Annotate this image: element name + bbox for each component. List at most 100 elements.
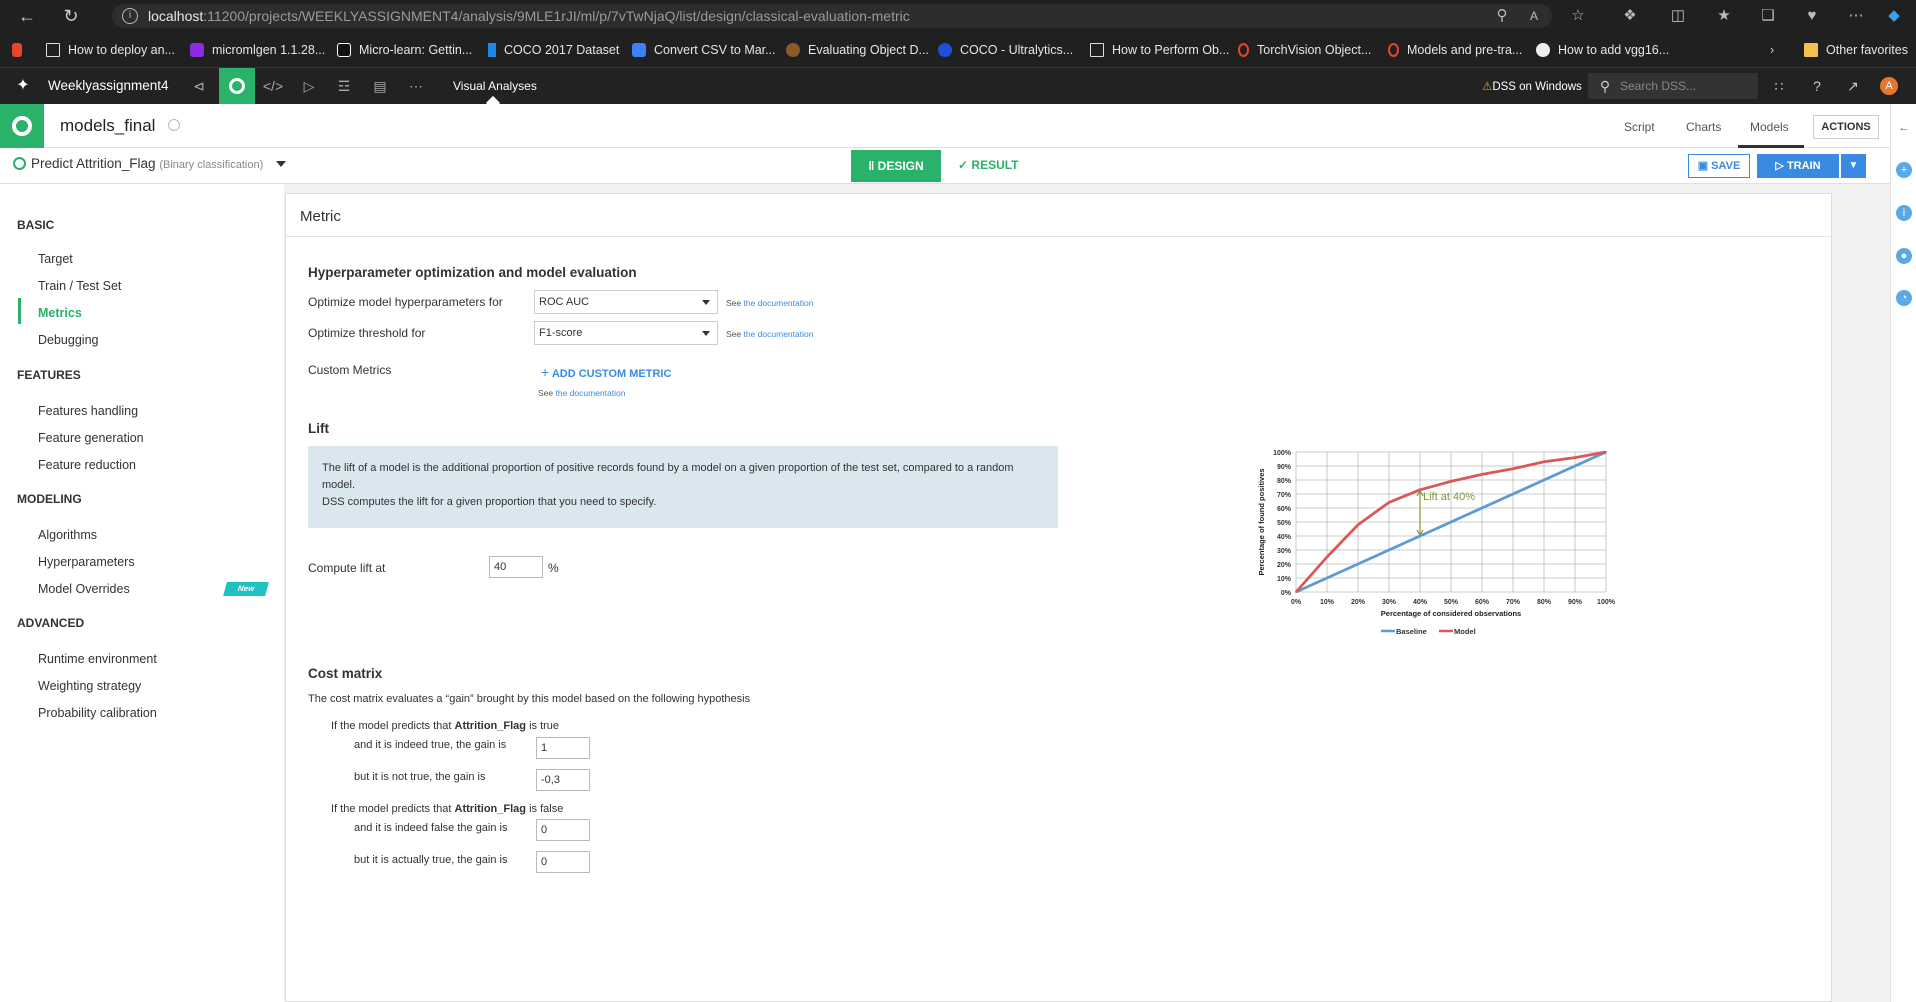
sidebar-item-weighting-strategy[interactable]: Weighting strategy (38, 679, 141, 693)
split-screen-icon[interactable]: ◫ (1668, 6, 1688, 26)
opt-thresh-select[interactable]: F1-score (534, 321, 718, 345)
documentation-link[interactable]: the documentation (556, 388, 626, 398)
save-button[interactable]: ▣ SAVE (1688, 154, 1750, 178)
y-tick-label: 40% (1277, 534, 1292, 541)
share-icon[interactable]: ⊲ (188, 76, 210, 96)
bookmark-item[interactable]: How to add vgg16... (1536, 41, 1669, 61)
bookmark-item[interactable]: micromlgen 1.1.28... (190, 41, 325, 61)
result-tab[interactable]: ✓ RESULT (958, 158, 1019, 172)
documentation-link[interactable]: the documentation (744, 298, 814, 308)
add-icon[interactable]: + (1896, 162, 1912, 178)
play-icon[interactable]: ▷ (298, 76, 320, 96)
dss-on-windows-warning[interactable]: ⚠DSS on Windows (1482, 79, 1582, 93)
sidebar-item-hyperparameters[interactable]: Hyperparameters (38, 555, 135, 569)
search-input[interactable]: ⚲ Search DSS... (1588, 73, 1758, 99)
documentation-link[interactable]: the documentation (744, 329, 814, 339)
add-custom-metric-button[interactable]: + ADD CUSTOM METRIC (541, 364, 671, 380)
project-name[interactable]: Weeklyassignment4 (48, 78, 169, 93)
more-icon[interactable]: ⋯ (405, 76, 427, 96)
database-icon[interactable]: ☲ (333, 76, 355, 96)
info-icon[interactable]: i (1896, 205, 1912, 221)
sidebar-item-algorithms[interactable]: Algorithms (38, 528, 97, 542)
tab-charts[interactable]: Charts (1686, 120, 1721, 134)
performance-icon[interactable]: ♥ (1802, 6, 1822, 26)
flow-button[interactable] (219, 68, 255, 104)
gain-true-true-input[interactable]: 1 (536, 737, 590, 759)
dss-logo-icon[interactable]: ✦ (12, 76, 34, 96)
visual-analyses-tab[interactable]: Visual Analyses (453, 79, 537, 93)
read-aloud-icon[interactable]: A (1524, 6, 1544, 26)
opt-hyper-select[interactable]: ROC AUC (534, 290, 718, 314)
chevron-right-icon[interactable]: › (1770, 41, 1774, 61)
activity-icon[interactable]: ↗ (1842, 76, 1864, 96)
train-button[interactable]: ▷ TRAIN (1757, 154, 1839, 178)
code-icon[interactable]: </> (262, 76, 284, 96)
timeline-icon[interactable]: ◔ (1896, 290, 1912, 306)
bookmark-item[interactable]: Micro-learn: Gettin... (337, 41, 472, 61)
zoom-icon[interactable]: ⚲ (1492, 6, 1512, 26)
bookmark-item[interactable]: Models and pre-tra... (1388, 41, 1522, 61)
favorite-star-icon[interactable]: ☆ (1568, 6, 1588, 26)
copilot-icon[interactable]: ◆ (1884, 6, 1904, 26)
sidebar-item-probability-calibration[interactable]: Probability calibration (38, 706, 157, 720)
bookmark-item[interactable]: COCO 2017 Dataset (488, 41, 619, 61)
panel-title: Metric (300, 208, 341, 225)
data-point (1357, 563, 1359, 565)
plus-icon: + (541, 364, 550, 380)
sidebar-item-model-overrides[interactable]: Model Overrides (38, 582, 130, 596)
flow-icon (229, 78, 245, 94)
sidebar-item-train-test-set[interactable]: Train / Test Set (38, 279, 121, 293)
sidebar-item-feature-generation[interactable]: Feature generation (38, 431, 144, 445)
apps-grid-icon[interactable]: ∷ (1768, 76, 1790, 96)
other-favorites[interactable]: Other favorites (1804, 41, 1908, 61)
bookmark-item[interactable]: How to deploy an... (46, 41, 175, 61)
more-icon[interactable]: ⋯ (1846, 6, 1866, 26)
train-options-button[interactable]: ▼ (1840, 154, 1866, 178)
data-point (1512, 468, 1514, 470)
sidebar-item-debugging[interactable]: Debugging (38, 333, 98, 347)
address-bar[interactable]: i localhost:11200/projects/WEEKLYASSIGNM… (112, 4, 1552, 28)
analysis-header: models_final Script Charts Models ACTION… (0, 104, 1890, 148)
bookmark-item[interactable]: TorchVision Object... (1238, 41, 1371, 61)
prediction-title[interactable]: Predict Attrition_Flag (Binary classific… (31, 156, 263, 171)
bookmark-apps-icon[interactable] (12, 41, 30, 61)
bookmark-item[interactable]: COCO - Ultralytics... (938, 41, 1073, 61)
favorites-icon[interactable]: ★ (1714, 6, 1734, 26)
sidebar-item-runtime-environment[interactable]: Runtime environment (38, 652, 157, 666)
tab-script[interactable]: Script (1624, 120, 1655, 134)
compute-lift-input[interactable]: 40 (489, 556, 543, 578)
bookmark-item[interactable]: Evaluating Object D... (786, 41, 929, 61)
sidebar-item-target[interactable]: Target (38, 252, 73, 266)
avatar[interactable]: A (1880, 77, 1898, 95)
back-icon[interactable]: ← (14, 4, 40, 28)
sidebar-item-metrics[interactable]: Metrics (38, 306, 82, 320)
extensions-icon[interactable]: ❖ (1620, 6, 1640, 26)
warning-icon: ⚠ (1482, 81, 1493, 93)
bookmark-item[interactable]: Convert CSV to Mar... (632, 41, 776, 61)
doc-hint: See the documentation (538, 388, 626, 398)
x-tick-label: 100% (1597, 599, 1616, 606)
gain-false-true-input[interactable]: 0 (536, 851, 590, 873)
actions-button[interactable]: ACTIONS (1813, 115, 1879, 139)
history-icon[interactable] (168, 119, 180, 131)
if-false-label: If the model predicts that Attrition_Fla… (331, 803, 564, 815)
y-tick-label: 0% (1281, 590, 1292, 597)
section-modeling: MODELING (17, 492, 82, 506)
sidebar-item-features-handling[interactable]: Features handling (38, 404, 138, 418)
collections-icon[interactable]: ❏ (1758, 6, 1778, 26)
tab-models[interactable]: Models (1750, 120, 1789, 134)
site-info-icon[interactable]: i (122, 8, 138, 24)
reload-icon[interactable]: ↻ (58, 4, 84, 28)
dashboard-icon[interactable]: ▤ (369, 76, 391, 96)
chevron-down-icon[interactable] (276, 161, 286, 167)
sidebar-item-feature-reduction[interactable]: Feature reduction (38, 458, 136, 472)
help-icon[interactable]: ? (1806, 76, 1828, 96)
bookmark-item[interactable]: How to Perform Ob... (1090, 41, 1229, 61)
save-icon: ▣ (1697, 160, 1709, 172)
gain-true-false-input[interactable]: -0,3 (536, 769, 590, 791)
design-tab[interactable]: ‖ DESIGN (851, 150, 941, 182)
gain-false-false-input[interactable]: 0 (536, 819, 590, 841)
collapse-arrow-icon[interactable]: ← (1896, 120, 1912, 136)
search-icon: ⚲ (1599, 78, 1611, 94)
discussion-icon[interactable]: ● (1896, 248, 1912, 264)
